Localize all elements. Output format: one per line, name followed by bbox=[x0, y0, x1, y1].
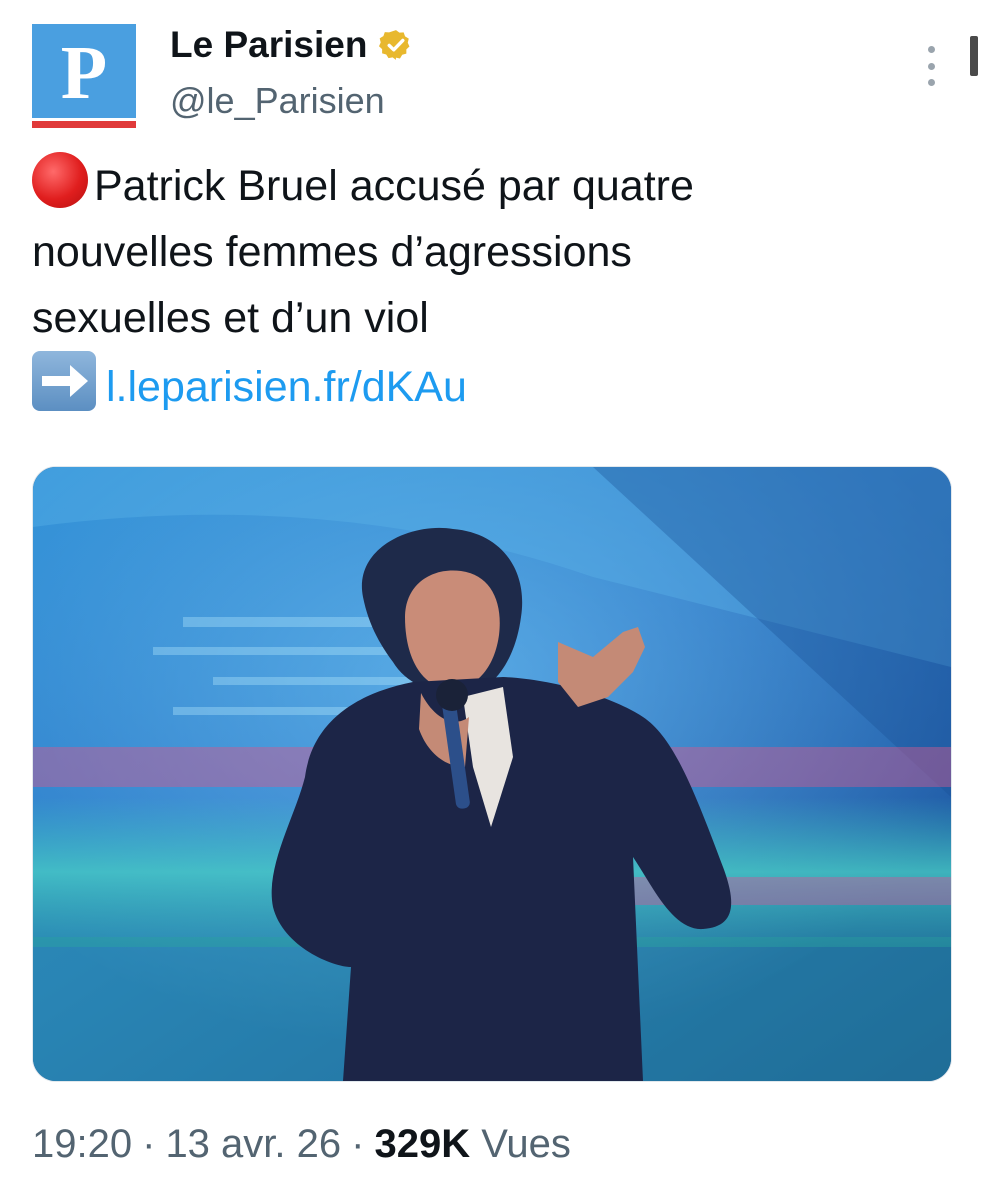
scrollbar-edge bbox=[970, 36, 978, 76]
tweet-text-line-2: nouvelles femmes d’agressions bbox=[32, 228, 632, 276]
account-handle[interactable]: @le_Parisien bbox=[170, 78, 385, 124]
tweet-meta: 19:20 · 13 avr. 26 · 329K Vues bbox=[32, 1118, 571, 1170]
gold-check-badge-icon[interactable] bbox=[379, 28, 413, 62]
dot bbox=[927, 79, 935, 86]
tweet-line: Patrick Bruel accusé par quatre bbox=[32, 152, 932, 219]
tweet-text-line-3: sexuelles et d’un viol bbox=[32, 294, 429, 342]
avatar-logo: P bbox=[32, 24, 136, 118]
tweet-date[interactable]: 13 avr. 26 bbox=[165, 1122, 341, 1166]
avatar-letter: P bbox=[60, 31, 108, 115]
views-count[interactable]: 329K bbox=[374, 1122, 470, 1166]
avatar[interactable]: P bbox=[32, 24, 136, 128]
views-label: Vues bbox=[481, 1122, 571, 1166]
photo-icon bbox=[33, 467, 951, 1081]
separator: · bbox=[351, 1122, 365, 1166]
right-arrow-icon bbox=[32, 351, 96, 411]
dot bbox=[927, 62, 935, 70]
account-name-row: Le Parisien bbox=[170, 22, 413, 68]
tweet-line: sexuelles et d’un viol bbox=[32, 285, 932, 351]
tweet-line: nouvelles femmes d’agressions bbox=[32, 219, 932, 285]
display-name[interactable]: Le Parisien bbox=[170, 22, 367, 68]
tweet-time[interactable]: 19:20 bbox=[32, 1122, 132, 1166]
dot bbox=[927, 46, 935, 53]
tweet-photo[interactable] bbox=[32, 466, 952, 1082]
avatar-red-stripe bbox=[32, 121, 136, 128]
more-options-icon[interactable] bbox=[920, 46, 942, 86]
tweet-text-line-1: Patrick Bruel accusé par quatre bbox=[94, 162, 694, 210]
red-circle-icon bbox=[32, 152, 88, 208]
tweet-text: Patrick Bruel accusé par quatre nouvelle… bbox=[32, 152, 932, 420]
separator: · bbox=[142, 1122, 156, 1166]
tweet-link-line: l.leparisien.fr/dKAu bbox=[32, 351, 932, 420]
tweet-link[interactable]: l.leparisien.fr/dKAu bbox=[106, 363, 467, 411]
